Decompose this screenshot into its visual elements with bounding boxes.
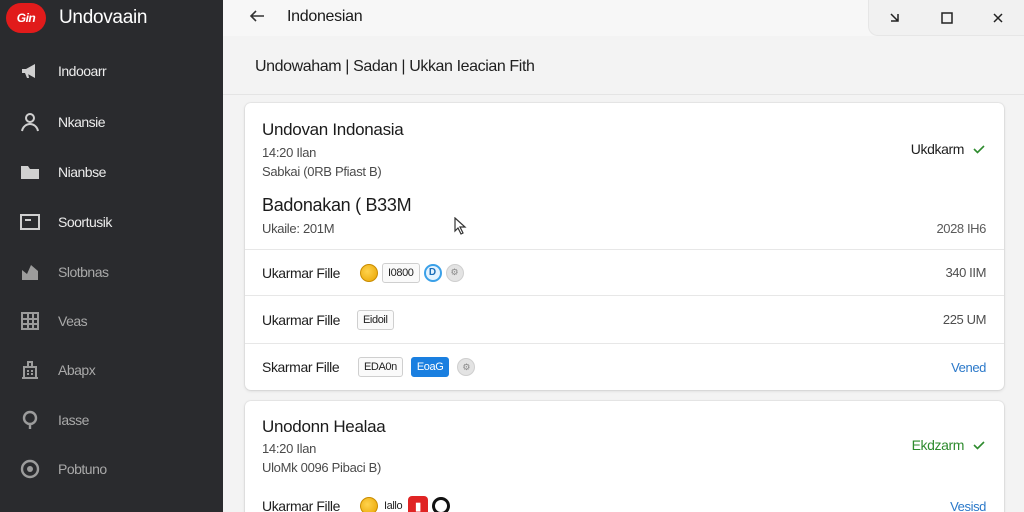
folder-icon (18, 160, 42, 184)
card-subtitle: Sabkai (0RB Pfiast B) (262, 164, 382, 179)
mouse-cursor-icon (453, 216, 467, 235)
result-card[interactable]: Undovan Indonasia 14:20 Ilan Sabkai (0RB… (245, 103, 1004, 390)
row-tag[interactable]: Iallo (382, 496, 404, 512)
sidebar-item-label: Pobtuno (58, 461, 107, 477)
row-label: Skarmar Fille (262, 359, 340, 375)
sidebar-item-label: Slotbnas (58, 264, 109, 280)
sidebar-item-2[interactable]: Nkansie (18, 108, 208, 136)
sidebar-item-label: Veas (58, 313, 88, 329)
checkmark-icon (973, 441, 985, 450)
status-label: Ukdkarm (910, 141, 965, 157)
sidebar-item-7[interactable]: Abapx (18, 356, 208, 384)
breadcrumb[interactable]: Undowaham | Sadan | Ukkan Ieacian Fith (255, 58, 535, 76)
row-tag[interactable]: EDA0n (358, 357, 403, 377)
status-label: Ekdzarm (911, 437, 965, 453)
window-icon (18, 210, 42, 234)
card-subtitle: UloMk 0096 Pibaci B) (262, 460, 381, 475)
logo-text: Gin (16, 11, 36, 25)
checkmark-icon (973, 145, 985, 154)
minimize-button[interactable] (869, 0, 921, 36)
row-tag-blue[interactable]: EoaG (410, 357, 450, 377)
card-meta: 2028 IH6 (936, 221, 986, 236)
sidebar-item-1[interactable]: Indooarr (18, 57, 208, 85)
row-tag[interactable]: Eidoil (357, 309, 394, 330)
table-row[interactable]: Ukarmar Fille Eidoil 225 UM (245, 295, 1004, 343)
card-title: Unodonn Healaa (262, 417, 386, 436)
settings-icon: ⚙ (445, 263, 464, 282)
circle-icon (432, 497, 451, 512)
card-detail: Ukaile: 201M (262, 221, 335, 236)
row-label: Ukarmar Fille (262, 264, 341, 281)
result-card[interactable]: Unodonn Healaa 14:20 Ilan UloMk 0096 Pib… (245, 401, 1004, 512)
row-tag[interactable]: I0800 (382, 262, 420, 283)
row-chips: Eidoil (357, 309, 394, 330)
megaphone-icon (18, 59, 42, 83)
row-value: 225 UM (942, 312, 987, 327)
coin-icon (360, 497, 378, 512)
row-chips: Iallo ▮ (360, 496, 451, 512)
table-row[interactable]: Skarmar Fille EDA0n EoaG ⚙ Vened (245, 343, 1004, 390)
table-row[interactable]: Ukarmar Fille Iallo ▮ Vesisd (245, 483, 1004, 512)
row-value: 340 IIM (945, 265, 986, 280)
sidebar-item-label: Nkansie (58, 114, 106, 130)
app-name: Undovaain (59, 7, 148, 28)
card-time: 14:20 Ilan (262, 441, 317, 456)
minimize-icon (890, 13, 899, 22)
sidebar-item-label: Iasse (58, 412, 89, 428)
row-link[interactable]: Vesisd (950, 499, 986, 512)
maximize-button[interactable] (921, 0, 973, 36)
sidebar: Gin Undovaain Indooarr Nkansie Nianbse S… (0, 0, 223, 512)
row-chips: I0800 D ⚙ (360, 262, 464, 283)
window-title: Indonesian (287, 8, 363, 25)
settings-icon: ⚙ (457, 358, 476, 376)
app-logo: Gin (6, 3, 46, 33)
title-bar: Indonesian (223, 0, 1024, 36)
sidebar-item-6[interactable]: Veas (18, 307, 208, 335)
app-icon: ▮ (408, 496, 429, 512)
card-time: 14:20 Ilan (262, 145, 317, 160)
close-icon (993, 13, 1003, 23)
status-badge[interactable]: Ukdkarm (911, 141, 986, 157)
sidebar-item-3[interactable]: Nianbse (18, 158, 208, 186)
card-title: Undovan Indonasia (262, 120, 404, 139)
close-button[interactable] (972, 0, 1024, 36)
back-arrow-icon[interactable] (247, 6, 269, 28)
sidebar-item-5[interactable]: Slotbnas (18, 258, 208, 286)
sidebar-item-label: Indooarr (58, 63, 107, 79)
sidebar-item-8[interactable]: Iasse (18, 406, 208, 434)
row-label: Ukarmar Fille (262, 498, 341, 512)
table-row[interactable]: Ukarmar Fille I0800 D ⚙ 340 IIM (245, 249, 1004, 295)
lightbulb-icon (18, 408, 42, 432)
record-icon (18, 457, 42, 481)
card-heading: Badonakan ( B33M (262, 195, 412, 215)
grid-icon (18, 309, 42, 333)
divider (223, 94, 1024, 95)
sidebar-item-label: Nianbse (58, 164, 106, 180)
window-controls (868, 0, 1024, 36)
maximize-icon (940, 12, 953, 24)
status-badge[interactable]: Ekdzarm (912, 437, 986, 453)
sidebar-item-label: Abapx (58, 362, 96, 378)
row-label: Ukarmar Fille (262, 311, 341, 328)
coin-icon (360, 263, 378, 282)
row-link[interactable]: Vened (951, 360, 986, 375)
info-icon: D (423, 263, 442, 282)
sidebar-item-label: Soortusik (58, 214, 112, 230)
brand[interactable]: Gin Undovaain (6, 3, 147, 33)
person-icon (18, 110, 42, 134)
building-icon (18, 358, 42, 382)
sidebar-item-9[interactable]: Pobtuno (18, 455, 208, 483)
sidebar-item-4[interactable]: Soortusik (18, 208, 208, 236)
row-chips: EDA0n EoaG ⚙ (358, 357, 476, 377)
chart-icon (18, 260, 42, 284)
